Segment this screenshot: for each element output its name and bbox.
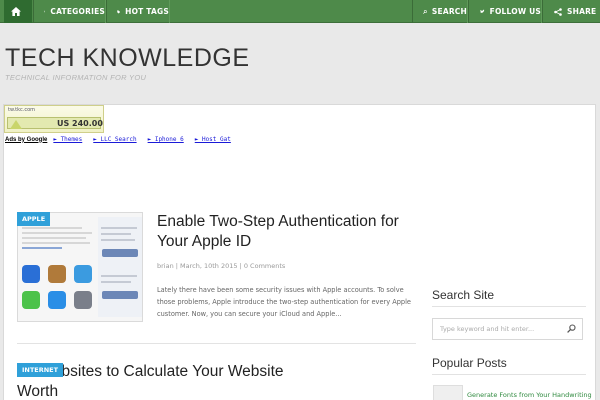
app-icon [74,265,92,283]
category-badge-internet[interactable]: INTERNET [17,363,64,377]
ad-price: US 240.00 [57,119,103,128]
search-icon [423,9,427,14]
thumb-side-panel [98,217,142,317]
thumb-text-line [22,237,86,239]
app-icon [48,265,66,283]
bird-icon [480,9,485,13]
nav-follow-us-label: FOLLOW US [489,7,541,16]
category-badge-apple[interactable]: APPLE [17,212,51,226]
ad-links: Ads by Google ► Themes ► LLC Search ► Ip… [5,136,242,143]
thumb-side-line [101,281,131,283]
thumb-side-line [101,233,131,235]
post-excerpt: Lately there have been some security iss… [157,286,411,318]
thumb-button [102,291,138,299]
post-divider [17,343,416,344]
thumb-side-line [101,239,135,241]
thumb-text-line [22,232,92,234]
post-meta: brian | March, 10th 2015 | 0 Comments [157,262,286,270]
thumb-text-line [22,242,90,244]
nav-share-label: SHARE [567,7,597,16]
site-title[interactable]: TECH KNOWLEDGE [5,44,250,73]
app-icon [48,291,66,309]
share-icon [554,7,562,16]
ad-banner[interactable]: tw.tkc.com US 240.00 [4,105,104,133]
post-thumbnail[interactable] [17,212,143,322]
menu-icon [44,10,46,13]
nav-share[interactable]: SHARE [542,0,600,23]
thumb-button [102,249,138,257]
ad-graphic [10,120,22,129]
ad-link-iphone-6[interactable]: ► Iphone 6 [148,136,184,143]
thumb-side-line [101,227,137,229]
search-icon[interactable] [567,324,576,333]
nav-search-label: SEARCH [431,7,467,16]
popular-widget-title: Popular Posts [432,356,507,370]
nav-search[interactable]: SEARCH [412,0,468,23]
app-icon [74,291,92,309]
nav-categories-label: CATEGORIES [50,7,105,16]
home-button[interactable] [4,0,32,23]
search-widget-title: Search Site [432,288,495,302]
ad-link-host-gat[interactable]: ► Host Gat [195,136,231,143]
ad-link-themes[interactable]: ► Themes [53,136,82,143]
search-input[interactable] [433,319,563,339]
popular-thumbnail[interactable] [433,385,463,400]
site-tagline: TECHNICAL INFORMATION FOR YOU [5,73,147,82]
nav-hot-tags[interactable]: HOT TAGS [106,0,170,23]
ad-site: tw.tkc.com [8,107,36,113]
post-title[interactable]: Enable Two-Step Authentication for Your … [157,212,419,252]
nav-follow-us[interactable]: FOLLOW US [468,0,542,23]
nav-categories[interactable]: CATEGORIES [33,0,106,23]
top-navigation: CATEGORIES HOT TAGS SEARCH FOLLOW US SHA… [0,0,600,23]
app-icon [22,265,40,283]
widget-rule [432,306,586,307]
popular-post-link[interactable]: Generate Fonts from Your Handwriting [467,391,592,399]
widget-rule [432,374,586,375]
thumb-side-line [101,275,137,277]
sidebar-search-box [432,318,583,340]
nav-hot-tags-label: HOT TAGS [125,7,169,16]
home-icon [10,7,21,16]
thumb-text-line [22,247,62,249]
app-icon [22,291,40,309]
thumb-text-line [22,227,82,229]
tag-icon [117,9,121,14]
ads-by-google-link[interactable]: Ads by Google [5,137,47,143]
ad-link-llc-search[interactable]: ► LLC Search [93,136,136,143]
